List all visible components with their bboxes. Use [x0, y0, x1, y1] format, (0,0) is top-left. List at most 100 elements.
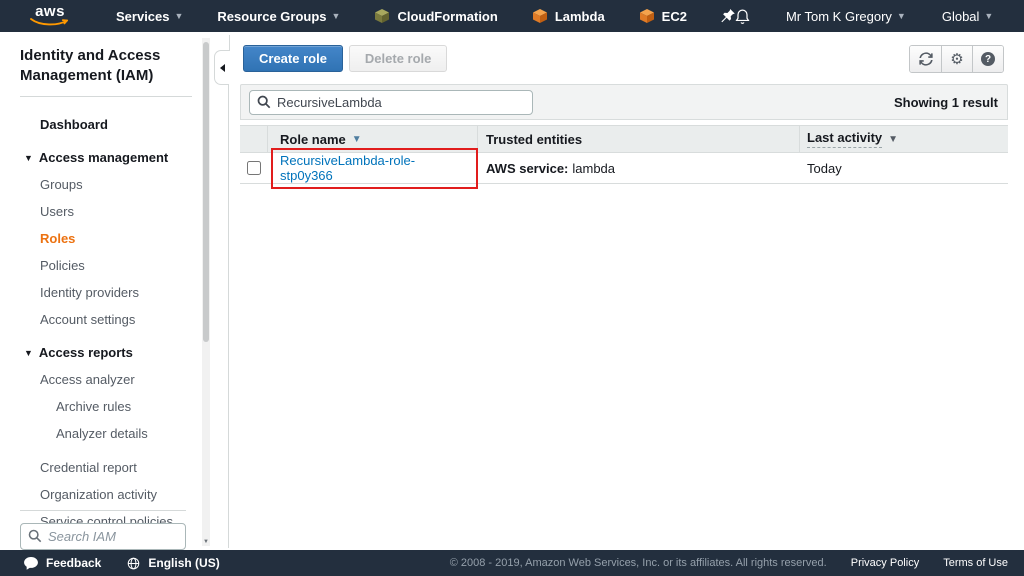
nav-account-menu[interactable]: Mr Tom K Gregory ▼	[786, 9, 906, 24]
scrollbar-down-arrow-icon[interactable]: ▼	[202, 539, 210, 545]
sidebar-section-access-reports[interactable]: ▼ Access reports	[24, 345, 212, 360]
nav-services-label: Services	[116, 9, 170, 24]
sidebar-item-account-settings[interactable]: Account settings	[40, 312, 212, 327]
result-count-text: Showing 1 result	[894, 95, 998, 110]
roles-table: Role name ▼ Trusted entities Last activi…	[240, 125, 1008, 184]
nav-shortcut-ec2[interactable]: EC2	[639, 8, 687, 24]
roles-filter-input[interactable]	[249, 90, 533, 115]
row-checkbox[interactable]	[247, 161, 261, 175]
footer-bar: Feedback English (US) © 2008 - 2019, Ama…	[0, 550, 1024, 576]
copyright-text: © 2008 - 2019, Amazon Web Services, Inc.…	[450, 557, 827, 569]
sidebar-item-analyzer-details[interactable]: Analyzer details	[56, 426, 212, 441]
cloudformation-icon	[374, 8, 390, 24]
feedback-label: Feedback	[46, 556, 101, 570]
trusted-entity-type: AWS service:	[486, 161, 568, 176]
header-last-activity-label: Last activity	[807, 130, 882, 148]
refresh-icon	[919, 52, 933, 66]
nav-region-label: Global	[942, 9, 980, 24]
chevron-down-icon: ▼	[24, 348, 33, 358]
pushpin-icon	[721, 9, 735, 24]
header-last-activity[interactable]: Last activity ▼	[800, 126, 1008, 152]
settings-button[interactable]: ⚙	[941, 46, 972, 72]
notifications-button[interactable]	[735, 8, 750, 25]
nav-shortcut-cloudformation[interactable]: CloudFormation	[374, 8, 497, 24]
sidebar-item-organization-activity[interactable]: Organization activity	[40, 487, 212, 502]
top-navigation-bar: aws Services ▼ Resource Groups ▼ CloudFo…	[0, 0, 1024, 32]
nav-account-label: Mr Tom K Gregory	[786, 9, 892, 24]
iam-sidebar: Identity and Access Management (IAM) Das…	[0, 32, 212, 550]
gear-icon: ⚙	[950, 52, 963, 67]
sidebar-item-groups[interactable]: Groups	[40, 177, 212, 192]
sidebar-item-users[interactable]: Users	[40, 204, 212, 219]
sidebar-search-input[interactable]	[20, 523, 186, 550]
roles-main-content: Create role Delete role ⚙ ? Showing 1 re…	[240, 32, 1024, 550]
sidebar-divider	[20, 96, 192, 97]
sidebar-item-policies[interactable]: Policies	[40, 258, 212, 273]
lambda-icon	[532, 8, 548, 24]
sidebar-scrollbar-thumb[interactable]	[203, 42, 209, 342]
sidebar-section-label: Access management	[39, 150, 168, 165]
create-role-button[interactable]: Create role	[243, 45, 343, 72]
delete-role-button[interactable]: Delete role	[349, 45, 447, 72]
feedback-bubble-icon	[24, 557, 38, 570]
sidebar-search	[20, 523, 186, 550]
nav-services-menu[interactable]: Services ▼	[116, 9, 183, 24]
row-role-name-cell: RecursiveLambda-role-stp0y366	[268, 153, 478, 183]
feedback-button[interactable]: Feedback	[24, 556, 101, 570]
roles-filter-strip: Showing 1 result	[240, 84, 1008, 120]
nav-shortcut-cloudformation-label: CloudFormation	[397, 9, 497, 24]
sidebar-section-label: Access reports	[39, 345, 133, 360]
sidebar-collapse-handle[interactable]	[214, 50, 229, 85]
sidebar-item-archive-rules[interactable]: Archive rules	[56, 399, 212, 414]
chevron-down-icon: ▼	[175, 11, 184, 21]
sidebar-section-access-management[interactable]: ▼ Access management	[24, 150, 212, 165]
sidebar-item-credential-report[interactable]: Credential report	[40, 460, 212, 475]
last-activity-value: Today	[807, 161, 842, 176]
help-button[interactable]: ?	[972, 46, 1003, 72]
terms-of-use-link[interactable]: Terms of Use	[943, 557, 1008, 569]
aws-smile-icon	[30, 18, 70, 27]
aws-logo[interactable]: aws	[30, 5, 70, 27]
nav-shortcut-lambda-label: Lambda	[555, 9, 605, 24]
sidebar-scrollbar[interactable]: ▼	[202, 38, 210, 546]
pin-services-button[interactable]	[721, 9, 735, 24]
aws-logo-text: aws	[35, 5, 65, 18]
row-last-activity-cell: Today	[800, 153, 1008, 183]
nav-region-menu[interactable]: Global ▼	[942, 9, 994, 24]
help-icon: ?	[981, 52, 995, 66]
role-name-link[interactable]: RecursiveLambda-role-stp0y366	[280, 153, 415, 183]
sidebar-item-dashboard[interactable]: Dashboard	[40, 117, 212, 132]
header-checkbox-cell	[240, 126, 268, 152]
sidebar-title: Identity and Access Management (IAM)	[0, 32, 212, 85]
sidebar-nav: Dashboard ▼ Access management Groups Use…	[0, 117, 212, 547]
row-checkbox-cell	[240, 153, 268, 183]
nav-shortcut-ec2-label: EC2	[662, 9, 687, 24]
trusted-entity-value: lambda	[572, 161, 615, 176]
sidebar-item-identity-providers[interactable]: Identity providers	[40, 285, 212, 300]
sidebar-item-roles[interactable]: Roles	[40, 231, 212, 246]
header-trusted-entities: Trusted entities	[478, 126, 800, 152]
language-label: English (US)	[148, 556, 219, 570]
chevron-down-icon: ▼	[24, 153, 33, 163]
sidebar-item-access-analyzer[interactable]: Access analyzer	[40, 372, 212, 387]
sort-caret-icon[interactable]: ▼	[888, 134, 898, 145]
table-row: RecursiveLambda-role-stp0y366 AWS servic…	[240, 153, 1008, 184]
privacy-policy-link[interactable]: Privacy Policy	[851, 557, 919, 569]
row-trusted-entities-cell: AWS service: lambda	[478, 153, 800, 183]
sort-caret-icon[interactable]: ▼	[352, 134, 362, 145]
sidebar-content-divider	[228, 84, 229, 548]
language-selector[interactable]: English (US)	[127, 556, 219, 570]
annotation-highlight-box: RecursiveLambda-role-stp0y366	[271, 148, 478, 189]
chevron-down-icon: ▼	[897, 11, 906, 21]
refresh-button[interactable]	[910, 46, 941, 72]
nav-shortcut-lambda[interactable]: Lambda	[532, 8, 605, 24]
chevron-left-icon	[220, 64, 225, 72]
globe-icon	[127, 557, 140, 570]
bell-icon	[735, 8, 750, 25]
search-icon	[257, 95, 271, 109]
roles-toolbar: Create role Delete role ⚙ ?	[243, 45, 1004, 73]
nav-resource-groups-menu[interactable]: Resource Groups ▼	[217, 9, 340, 24]
header-role-name-label: Role name	[280, 132, 346, 147]
header-trusted-entities-label: Trusted entities	[486, 132, 582, 147]
sidebar-search-divider	[20, 510, 186, 511]
